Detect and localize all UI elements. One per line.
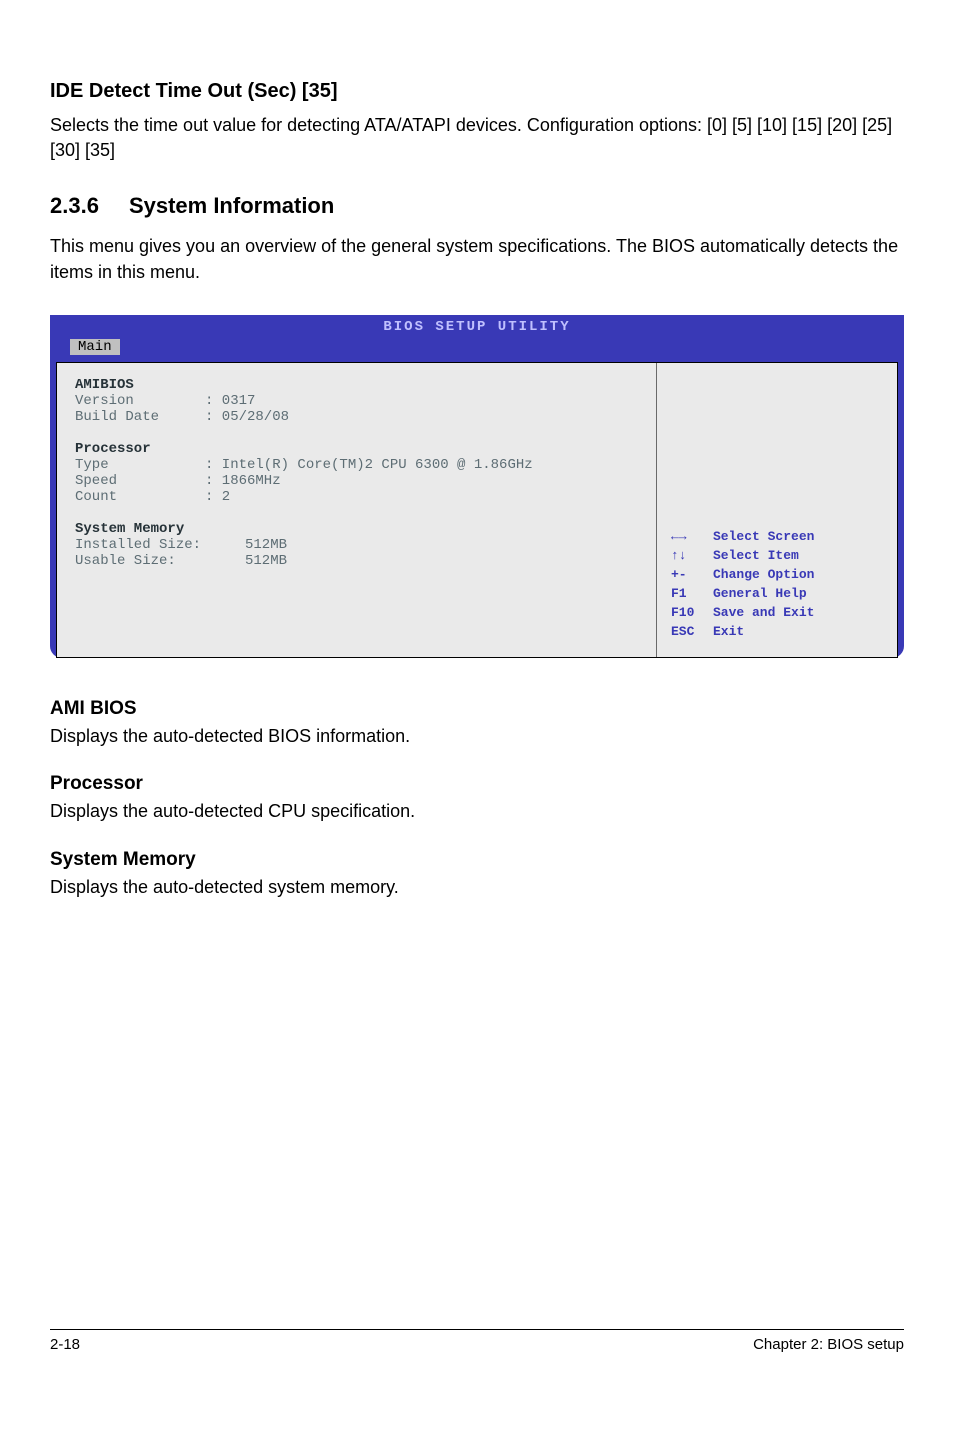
bios-legend-area: ←→Select Screen ↑↓Select Item +-Change O… (657, 363, 897, 657)
legend-text-exit: Exit (713, 624, 820, 641)
bios-title: BIOS SETUP UTILITY (50, 315, 904, 339)
processor-speed-label: Speed (75, 473, 205, 489)
section-number: 2.3.6 (50, 193, 99, 219)
memory-installed-label: Installed Size: (75, 537, 245, 553)
section-header: 2.3.6 System Information (50, 193, 904, 219)
processor-sub-body: Displays the auto-detected CPU specifica… (50, 800, 904, 823)
legend-text-save-exit: Save and Exit (713, 605, 820, 622)
legend-text-select-item: Select Item (713, 548, 820, 565)
bios-setup-panel: BIOS SETUP UTILITY Main AMIBIOS Version … (50, 315, 904, 658)
amibios-version-value: : 0317 (205, 393, 255, 409)
amibios-date-value: : 05/28/08 (205, 409, 289, 425)
processor-speed-value: : 1866MHz (205, 473, 281, 489)
memory-usable-label: Usable Size: (75, 553, 245, 569)
ide-detect-body: Selects the time out value for detecting… (50, 113, 904, 163)
processor-count-value: : 2 (205, 489, 230, 505)
legend-key-f10: F10 (671, 605, 711, 622)
section-title: System Information (129, 193, 334, 219)
ami-bios-body: Displays the auto-detected BIOS informat… (50, 725, 904, 748)
ami-bios-heading: AMI BIOS (50, 698, 904, 720)
memory-installed-value: 512MB (245, 537, 287, 553)
legend-text-select-screen: Select Screen (713, 529, 820, 546)
legend-key-lr: ←→ (671, 529, 711, 546)
footer-page-number: 2-18 (50, 1336, 80, 1353)
bios-main-area: AMIBIOS Version : 0317 Build Date : 05/2… (57, 363, 657, 657)
ide-detect-heading: IDE Detect Time Out (Sec) [35] (50, 80, 904, 103)
bios-key-legend: ←→Select Screen ↑↓Select Item +-Change O… (669, 527, 822, 643)
legend-key-f1: F1 (671, 586, 711, 603)
processor-count-label: Count (75, 489, 205, 505)
amibios-version-label: Version (75, 393, 205, 409)
processor-sub-heading: Processor (50, 773, 904, 795)
amibios-heading: AMIBIOS (75, 377, 638, 393)
legend-key-pm: +- (671, 567, 711, 584)
bios-tab-main[interactable]: Main (70, 339, 120, 355)
processor-type-label: Type (75, 457, 205, 473)
memory-usable-value: 512MB (245, 553, 287, 569)
legend-text-general-help: General Help (713, 586, 820, 603)
section-body: This menu gives you an overview of the g… (50, 234, 904, 284)
amibios-date-label: Build Date (75, 409, 205, 425)
footer-chapter-label: Chapter 2: BIOS setup (753, 1336, 904, 1353)
system-memory-sub-body: Displays the auto-detected system memory… (50, 876, 904, 899)
processor-type-value: : Intel(R) Core(TM)2 CPU 6300 @ 1.86GHz (205, 457, 533, 473)
page-footer: 2-18 Chapter 2: BIOS setup (50, 1330, 904, 1353)
legend-text-change-option: Change Option (713, 567, 820, 584)
legend-key-esc: ESC (671, 624, 711, 641)
system-memory-heading: System Memory (75, 521, 638, 537)
system-memory-sub-heading: System Memory (50, 849, 904, 871)
processor-heading: Processor (75, 441, 638, 457)
legend-key-ud: ↑↓ (671, 548, 711, 565)
